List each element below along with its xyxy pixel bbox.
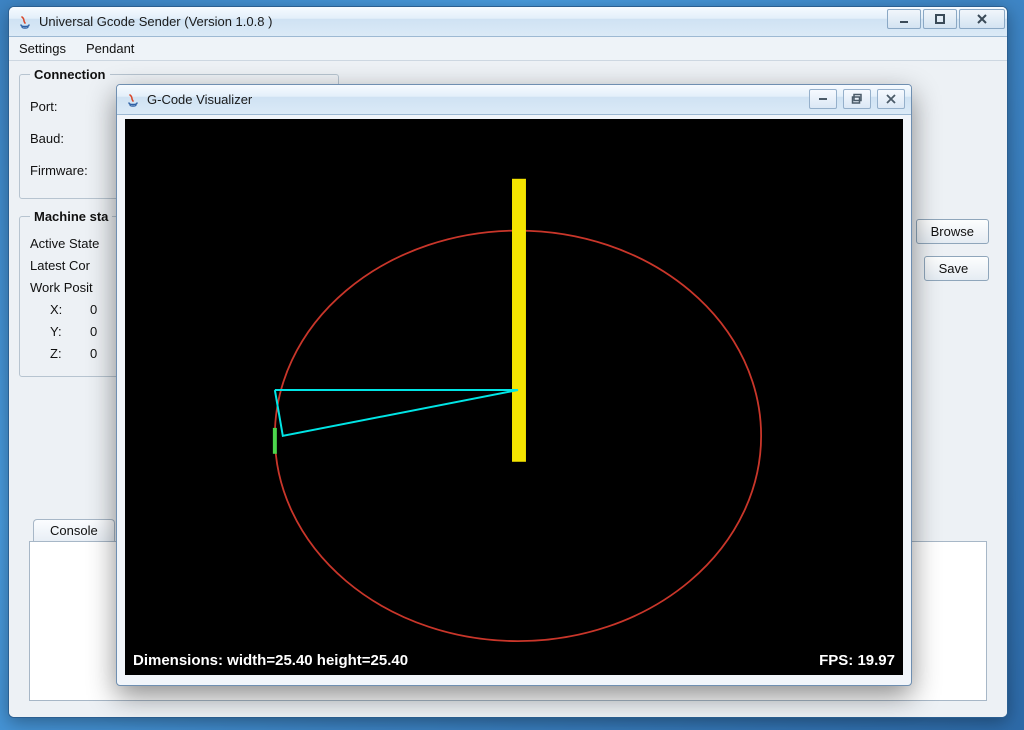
- main-titlebar[interactable]: Universal Gcode Sender (Version 1.0.8 ): [9, 7, 1007, 37]
- work-y-value: 0: [90, 324, 97, 339]
- browse-button[interactable]: Browse: [916, 219, 989, 244]
- close-button[interactable]: [959, 9, 1005, 29]
- port-label: Port:: [30, 99, 110, 114]
- connection-legend: Connection: [30, 67, 110, 82]
- main-title: Universal Gcode Sender (Version 1.0.8 ): [39, 14, 272, 29]
- baud-label: Baud:: [30, 131, 110, 146]
- menubar: Settings Pendant: [9, 37, 1007, 61]
- viz-dimensions-text: Dimensions: width=25.40 height=25.40: [133, 652, 408, 669]
- toolhead-bar: [512, 179, 526, 462]
- work-y-label: Y:: [30, 324, 90, 339]
- work-x-value: 0: [90, 302, 97, 317]
- save-button[interactable]: Save: [924, 256, 989, 281]
- viz-fps-text: FPS: 19.97: [819, 652, 895, 669]
- work-z-value: 0: [90, 346, 97, 361]
- machine-legend: Machine sta: [30, 209, 112, 224]
- viz-canvas[interactable]: Dimensions: width=25.40 height=25.40 FPS…: [125, 119, 903, 675]
- menu-pendant[interactable]: Pendant: [82, 39, 138, 58]
- console-tab[interactable]: Console: [33, 519, 115, 541]
- viz-titlebar[interactable]: G-Code Visualizer: [117, 85, 911, 115]
- java-icon: [125, 92, 141, 108]
- work-x-label: X:: [30, 302, 90, 317]
- work-z-label: Z:: [30, 346, 90, 361]
- viz-window-controls: [809, 89, 905, 109]
- menu-settings[interactable]: Settings: [15, 39, 70, 58]
- firmware-label: Firmware:: [30, 163, 110, 178]
- console-tabstrip: Console: [33, 519, 115, 541]
- viz-title: G-Code Visualizer: [147, 92, 252, 107]
- viz-maximize-button[interactable]: [843, 89, 871, 109]
- main-window-controls: [887, 9, 1005, 29]
- java-icon: [17, 14, 33, 30]
- minimize-button[interactable]: [887, 9, 921, 29]
- viz-close-button[interactable]: [877, 89, 905, 109]
- maximize-button[interactable]: [923, 9, 957, 29]
- viz-svg: [125, 119, 903, 675]
- viz-minimize-button[interactable]: [809, 89, 837, 109]
- gcode-visualizer-window: G-Code Visualizer: [116, 84, 912, 686]
